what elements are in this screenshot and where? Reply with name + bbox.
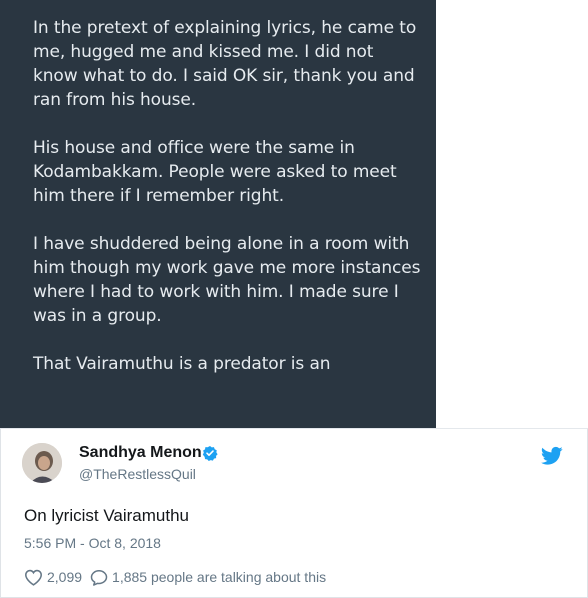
display-name[interactable]: Sandhya Menon: [79, 444, 202, 462]
tweet-actions: 2,099 1,885 people are talking about thi…: [24, 567, 326, 587]
paragraph-1: In the pretext of explaining lyrics, he …: [33, 18, 417, 110]
paragraph-4-cut: That Vairamuthu is a predator is an: [33, 354, 331, 374]
like-action[interactable]: 2,099: [24, 569, 82, 586]
tweet-timestamp[interactable]: 5:56 PM - Oct 8, 2018: [24, 535, 161, 551]
speech-bubble-icon[interactable]: [90, 569, 108, 586]
heart-icon[interactable]: [24, 569, 43, 586]
like-count: 2,099: [47, 569, 83, 585]
talking-count: 1,885 people are talking about this: [112, 569, 327, 585]
verified-badge-icon: [202, 446, 218, 461]
paragraph-2: His house and office were the same in Ko…: [33, 138, 397, 206]
paragraph-3: I have shuddered being alone in a room w…: [33, 234, 421, 326]
tweet-text: On lyricist Vairamuthu: [24, 506, 190, 525]
conversation-action[interactable]: 1,885 people are talking about this: [90, 569, 326, 586]
embedded-screenshot: In the pretext of explaining lyrics, he …: [0, 0, 588, 428]
avatar[interactable]: [22, 443, 62, 483]
user-handle[interactable]: @TheRestlessQuil: [79, 466, 196, 482]
dark-text-panel: In the pretext of explaining lyrics, he …: [0, 0, 436, 428]
twitter-bird-icon[interactable]: [541, 446, 563, 466]
tweet-card[interactable]: Sandhya Menon @TheRestlessQuil On lyrici…: [0, 428, 588, 598]
panel-text: In the pretext of explaining lyrics, he …: [33, 16, 423, 376]
